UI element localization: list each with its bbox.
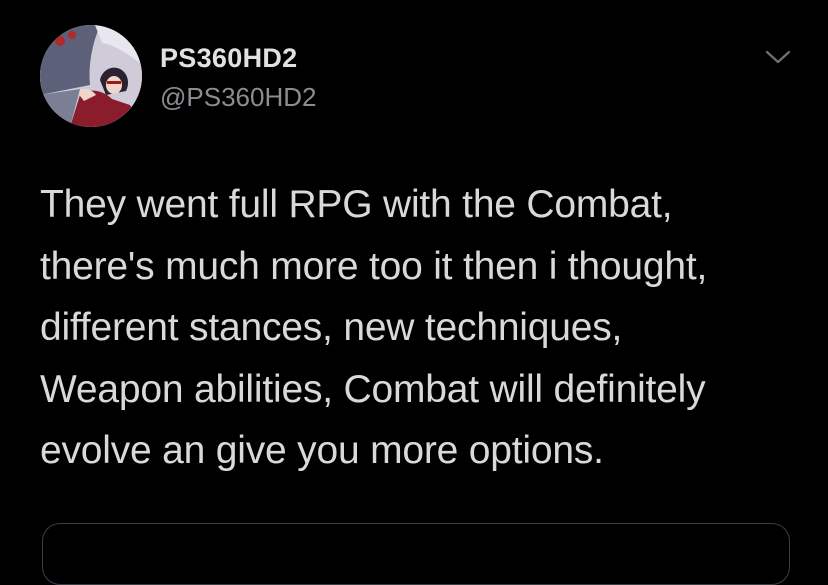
tweet-text-line: They went full RPG with the Combat,: [40, 183, 673, 226]
tweet-text-line: different stances, new techniques,: [40, 306, 623, 350]
tweet-text: They went full RPG with the Combat, ther…: [40, 174, 820, 482]
tweet-text-line: there's much more too it then i thought,: [40, 244, 708, 288]
tweet-text-line: Weapon abilities, Combat will definitely: [40, 367, 706, 411]
tweet-text-line: evolve an give you more options.: [40, 429, 604, 473]
chevron-down-icon[interactable]: [764, 47, 792, 67]
avatar[interactable]: [40, 25, 142, 127]
embedded-card[interactable]: [42, 523, 790, 585]
display-name[interactable]: PS360HD2: [160, 43, 297, 74]
tweet: PS360HD2 @PS360HD2 They went full RPG wi…: [0, 0, 828, 585]
user-handle[interactable]: @PS360HD2: [160, 82, 316, 113]
avatar-image: [40, 25, 142, 127]
